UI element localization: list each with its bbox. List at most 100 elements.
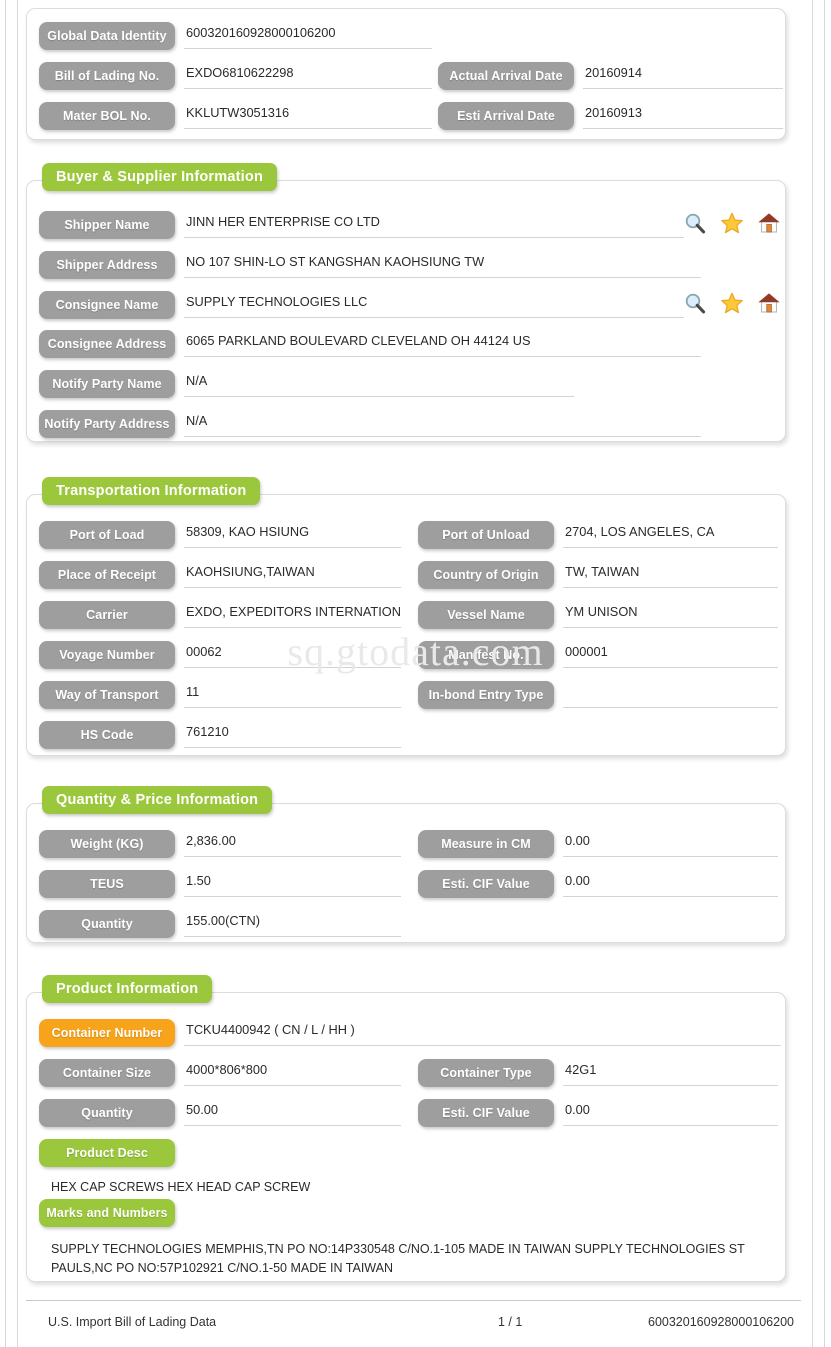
label-product-quantity: Quantity <box>39 1099 175 1127</box>
label-product-esti-cif-value: Esti. CIF Value <box>418 1099 554 1127</box>
home-icon[interactable] <box>757 211 781 235</box>
row-container-number: Container Number TCKU4400942 ( CN / L / … <box>39 1019 781 1047</box>
row-place-of-receipt: Place of Receipt KAOHSIUNG,TAIWAN <box>39 561 401 589</box>
value-shipper-address: NO 107 SHIN-LO ST KANGSHAN KAOHSIUNG TW <box>184 254 701 278</box>
row-product-esti-cif-value: Esti. CIF Value 0.00 <box>418 1099 778 1127</box>
value-carrier: EXDO, EXPEDITORS INTERNATIONAL <box>184 604 401 628</box>
row-container-size: Container Size 4000*806*800 <box>39 1059 401 1087</box>
value-weight-kg: 2,836.00 <box>184 833 401 857</box>
row-shipper-address: Shipper Address NO 107 SHIN-LO ST KANGSH… <box>39 251 701 279</box>
value-place-of-receipt: KAOHSIUNG,TAIWAN <box>184 564 401 588</box>
value-in-bond-entry-type <box>563 684 778 708</box>
footer-source-label: U.S. Import Bill of Lading Data <box>48 1315 217 1329</box>
row-teus: TEUS 1.50 <box>39 870 401 898</box>
value-teus: 1.50 <box>184 873 401 897</box>
document-page: sq.gtodata.com Global Data Identity 6003… <box>0 0 831 1347</box>
row-product-desc: Product Desc <box>39 1139 175 1167</box>
star-icon[interactable] <box>720 291 744 315</box>
label-bill-of-lading-no: Bill of Lading No. <box>39 62 175 90</box>
footer-page-number: 1 / 1 <box>498 1315 523 1329</box>
row-carrier: Carrier EXDO, EXPEDITORS INTERNATIONAL <box>39 601 401 629</box>
value-global-data-identity: 600320160928000106200 <box>184 25 432 49</box>
row-mater-bol-no: Mater BOL No. KKLUTW3051316 <box>39 102 432 130</box>
value-voyage-number: 00062 <box>184 644 401 668</box>
search-icon[interactable] <box>683 211 707 235</box>
value-consignee-address: 6065 PARKLAND BOULEVARD CLEVELAND OH 441… <box>184 333 701 357</box>
row-manifest-no: Manifest No. 000001 <box>418 641 778 669</box>
label-in-bond-entry-type: In-bond Entry Type <box>418 681 554 709</box>
page-rule-right-inner <box>812 0 813 1347</box>
label-vessel-name: Vessel Name <box>418 601 554 629</box>
star-icon[interactable] <box>720 211 744 235</box>
value-measure-in-cm: 0.00 <box>563 833 778 857</box>
label-port-of-load: Port of Load <box>39 521 175 549</box>
label-actual-arrival-date: Actual Arrival Date <box>438 62 574 90</box>
label-container-type: Container Type <box>418 1059 554 1087</box>
value-port-of-unload: 2704, LOS ANGELES, CA <box>563 524 778 548</box>
label-carrier: Carrier <box>39 601 175 629</box>
value-container-type: 42G1 <box>563 1062 778 1086</box>
label-weight-kg: Weight (KG) <box>39 830 175 858</box>
label-shipper-name: Shipper Name <box>39 211 175 239</box>
row-quantity: Quantity 155.00(CTN) <box>39 910 401 938</box>
label-notify-party-address: Notify Party Address <box>39 410 175 438</box>
row-voyage-number: Voyage Number 00062 <box>39 641 401 669</box>
row-esti-arrival-date: Esti Arrival Date 20160913 <box>438 102 783 130</box>
transportation-title: Transportation Information <box>42 477 261 505</box>
label-container-number[interactable]: Container Number <box>39 1019 175 1047</box>
row-bill-of-lading-no: Bill of Lading No. EXDO6810622298 <box>39 62 432 90</box>
value-shipper-name: JINN HER ENTERPRISE CO LTD <box>184 214 684 238</box>
label-shipper-address: Shipper Address <box>39 251 175 279</box>
row-notify-party-address: Notify Party Address N/A <box>39 410 701 438</box>
label-product-desc: Product Desc <box>39 1139 175 1167</box>
label-manifest-no: Manifest No. <box>418 641 554 669</box>
row-shipper-name: Shipper Name JINN HER ENTERPRISE CO LTD <box>39 211 684 239</box>
label-marks-and-numbers: Marks and Numbers <box>39 1199 175 1227</box>
value-consignee-name: SUPPLY TECHNOLOGIES LLC <box>184 294 684 318</box>
identity-card: Global Data Identity 6003201609280001062… <box>26 8 786 140</box>
row-consignee-name: Consignee Name SUPPLY TECHNOLOGIES LLC <box>39 291 684 319</box>
row-country-of-origin: Country of Origin TW, TAIWAN <box>418 561 778 589</box>
search-icon[interactable] <box>683 291 707 315</box>
label-container-size: Container Size <box>39 1059 175 1087</box>
row-measure-in-cm: Measure in CM 0.00 <box>418 830 778 858</box>
text-marks-and-numbers: SUPPLY TECHNOLOGIES MEMPHIS,TN PO NO:14P… <box>51 1242 745 1275</box>
value-vessel-name: YM UNISON <box>563 604 778 628</box>
shipper-action-icons <box>683 211 781 235</box>
transportation-card: Transportation Information Port of Load … <box>26 477 786 756</box>
value-container-number: TCKU4400942 ( CN / L / HH ) <box>184 1022 781 1046</box>
row-actual-arrival-date: Actual Arrival Date 20160914 <box>438 62 783 90</box>
quantity-price-card: Quantity & Price Information Weight (KG)… <box>26 786 786 943</box>
page-footer: U.S. Import Bill of Lading Data 1 / 1 60… <box>26 1300 801 1340</box>
label-hs-code: HS Code <box>39 721 175 749</box>
label-country-of-origin: Country of Origin <box>418 561 554 589</box>
home-icon[interactable] <box>757 291 781 315</box>
text-product-desc: HEX CAP SCREWS HEX HEAD CAP SCREW <box>51 1180 311 1194</box>
value-hs-code: 761210 <box>184 724 401 748</box>
value-port-of-load: 58309, KAO HSIUNG <box>184 524 401 548</box>
label-esti-cif-value: Esti. CIF Value <box>418 870 554 898</box>
label-consignee-address: Consignee Address <box>39 330 175 358</box>
label-place-of-receipt: Place of Receipt <box>39 561 175 589</box>
footer-reference-id: 600320160928000106200 <box>648 1315 794 1329</box>
label-port-of-unload: Port of Unload <box>418 521 554 549</box>
buyer-supplier-card: Buyer & Supplier Information Shipper Nam… <box>26 163 786 442</box>
label-voyage-number: Voyage Number <box>39 641 175 669</box>
label-notify-party-name: Notify Party Name <box>39 370 175 398</box>
value-esti-arrival-date: 20160913 <box>583 105 783 129</box>
label-quantity: Quantity <box>39 910 175 938</box>
row-notify-party-name: Notify Party Name N/A <box>39 370 574 398</box>
label-measure-in-cm: Measure in CM <box>418 830 554 858</box>
consignee-action-icons <box>683 291 781 315</box>
value-way-of-transport: 11 <box>184 684 401 708</box>
value-country-of-origin: TW, TAIWAN <box>563 564 778 588</box>
label-teus: TEUS <box>39 870 175 898</box>
page-rule-left-outer <box>5 0 6 1347</box>
label-consignee-name: Consignee Name <box>39 291 175 319</box>
value-product-esti-cif-value: 0.00 <box>563 1102 778 1126</box>
value-actual-arrival-date: 20160914 <box>583 65 783 89</box>
buyer-supplier-title: Buyer & Supplier Information <box>42 163 278 191</box>
row-port-of-unload: Port of Unload 2704, LOS ANGELES, CA <box>418 521 778 549</box>
row-weight-kg: Weight (KG) 2,836.00 <box>39 830 401 858</box>
value-container-size: 4000*806*800 <box>184 1062 401 1086</box>
